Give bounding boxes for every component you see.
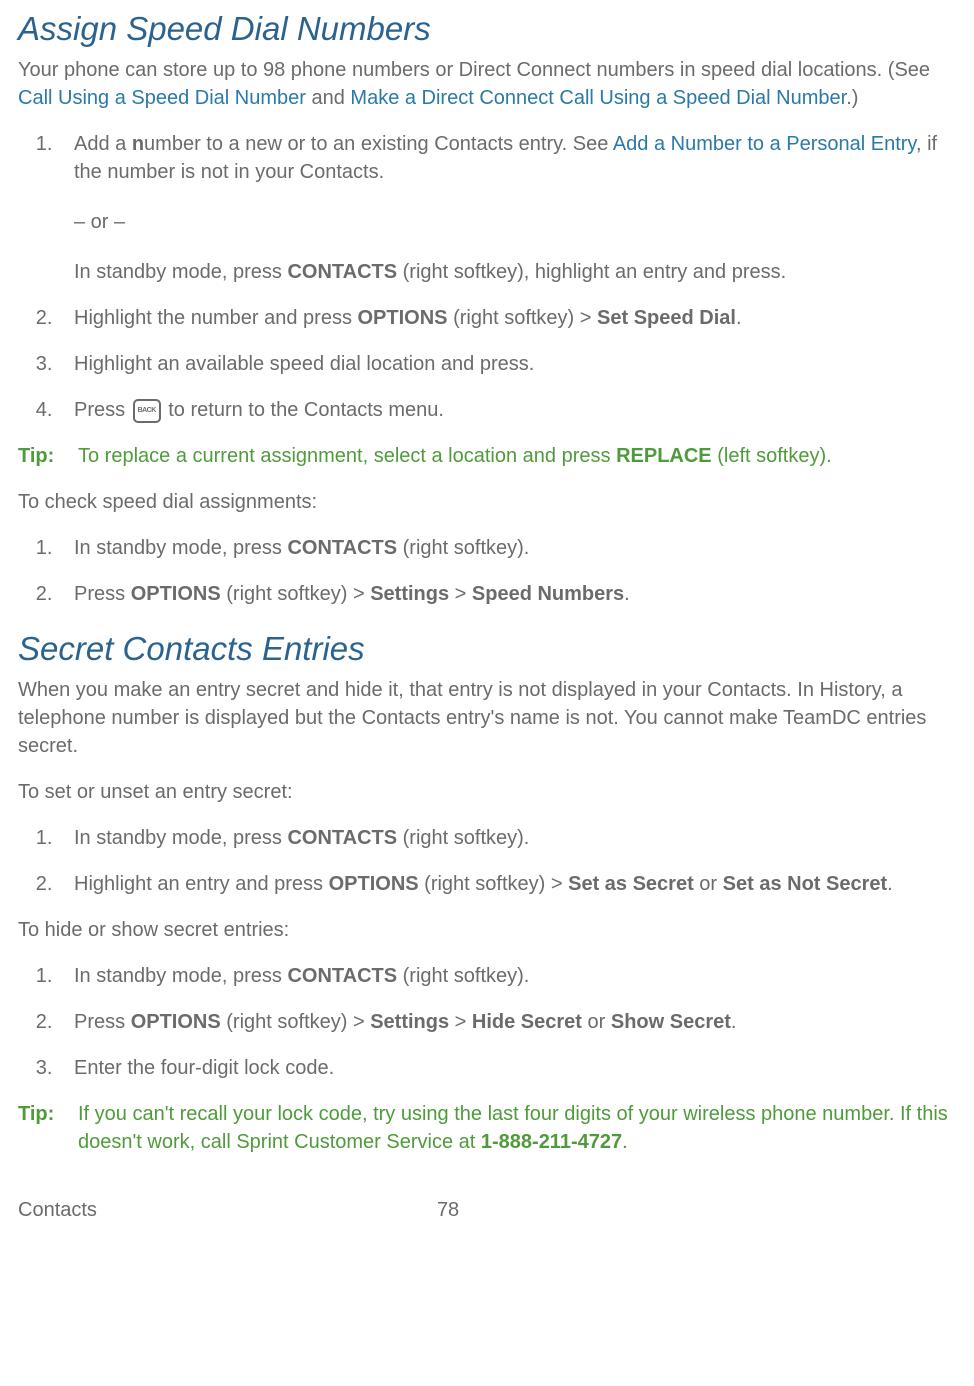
tip-body: If you can't recall your lock code, try …: [78, 1100, 956, 1156]
page-footer: Contacts 78: [18, 1196, 956, 1224]
hide2-i: .: [731, 1011, 737, 1033]
link-add-number-personal-entry[interactable]: Add a Number to a Personal Entry: [613, 133, 916, 155]
tip-bold-replace: REPLACE: [616, 445, 712, 467]
check2-d: Settings: [370, 583, 449, 605]
check2-a: Press: [74, 583, 131, 605]
footer-page-number: 78: [437, 1196, 459, 1224]
set1-c: (right softkey).: [397, 827, 529, 849]
check2-g: .: [624, 583, 630, 605]
list-item: In standby mode, press CONTACTS (right s…: [58, 962, 956, 990]
intro-text-b: and: [306, 87, 350, 109]
hide-intro: To hide or show secret entries:: [18, 916, 956, 944]
set2-d: Set as Secret: [568, 873, 694, 895]
hide2-c: (right softkey) >: [221, 1011, 371, 1033]
tip-assign: Tip: To replace a current assignment, se…: [18, 442, 956, 470]
list-item: In standby mode, press CONTACTS (right s…: [58, 534, 956, 562]
step2-a: Highlight the number and press: [74, 307, 358, 329]
footer-chapter: Contacts: [18, 1196, 97, 1224]
step4-a: Press: [74, 399, 131, 421]
set2-a: Highlight an entry and press: [74, 873, 329, 895]
set-steps-list: In standby mode, press CONTACTS (right s…: [58, 824, 956, 898]
link-call-using-speed-dial[interactable]: Call Using a Speed Dial Number: [18, 87, 306, 109]
tip-text-a: To replace a current assignment, select …: [78, 445, 616, 467]
check2-f: Speed Numbers: [472, 583, 624, 605]
set2-f: Set as Not Secret: [723, 873, 888, 895]
step2-b: OPTIONS: [358, 307, 448, 329]
list-item: Press OPTIONS (right softkey) > Settings…: [58, 1008, 956, 1036]
hide1-c: (right softkey).: [397, 965, 529, 987]
check1-a: In standby mode, press: [74, 537, 287, 559]
list-item: Add a number to a new or to an existing …: [58, 130, 956, 286]
hide1-b: CONTACTS: [287, 965, 397, 987]
set-intro: To set or unset an entry secret:: [18, 778, 956, 806]
step1-alt-b: CONTACTS: [287, 261, 397, 283]
hide2-g: or: [582, 1011, 611, 1033]
hide-steps-list: In standby mode, press CONTACTS (right s…: [58, 962, 956, 1082]
list-item: In standby mode, press CONTACTS (right s…: [58, 824, 956, 852]
tip2-phone: 1-888-211-4727: [481, 1131, 622, 1153]
set2-e: or: [694, 873, 723, 895]
list-item: Enter the four-digit lock code.: [58, 1054, 956, 1082]
step2-e: .: [736, 307, 742, 329]
intro-paragraph: Your phone can store up to 98 phone numb…: [18, 56, 956, 112]
step2-c: (right softkey) >: [448, 307, 598, 329]
tip-label: Tip:: [18, 442, 56, 470]
hide2-f: Hide Secret: [472, 1011, 582, 1033]
check2-c: (right softkey) >: [221, 583, 371, 605]
step2-d: Set Speed Dial: [597, 307, 736, 329]
check-intro: To check speed dial assignments:: [18, 488, 956, 516]
back-key-icon: BACK: [133, 399, 161, 423]
intro-text-a: Your phone can store up to 98 phone numb…: [18, 59, 930, 81]
hide2-h: Show Secret: [611, 1011, 731, 1033]
step4-b: to return to the Contacts menu.: [163, 399, 444, 421]
tip-label: Tip:: [18, 1100, 56, 1156]
step1-or-divider: – or –: [74, 208, 956, 236]
hide2-a: Press: [74, 1011, 131, 1033]
step1-alt: In standby mode, press CONTACTS (right s…: [74, 258, 956, 286]
secret-intro: When you make an entry secret and hide i…: [18, 676, 956, 760]
tip-lock-code: Tip: If you can't recall your lock code,…: [18, 1100, 956, 1156]
set1-a: In standby mode, press: [74, 827, 287, 849]
section-title-secret-contacts: Secret Contacts Entries: [18, 626, 956, 672]
section-title-assign-speed-dial: Assign Speed Dial Numbers: [18, 6, 956, 52]
step1-bold-n: n: [132, 133, 144, 155]
tip2-c: .: [622, 1131, 628, 1153]
check-steps-list: In standby mode, press CONTACTS (right s…: [58, 534, 956, 608]
set1-b: CONTACTS: [287, 827, 397, 849]
tip-body: To replace a current assignment, select …: [78, 442, 832, 470]
list-item: Highlight an available speed dial locati…: [58, 350, 956, 378]
check2-b: OPTIONS: [131, 583, 221, 605]
check1-c: (right softkey).: [397, 537, 529, 559]
hide1-a: In standby mode, press: [74, 965, 287, 987]
step1-alt-a: In standby mode, press: [74, 261, 287, 283]
check1-b: CONTACTS: [287, 537, 397, 559]
link-make-direct-connect-call[interactable]: Make a Direct Connect Call Using a Speed…: [350, 87, 846, 109]
step1-text-a: Add a: [74, 133, 132, 155]
step1-text-c: umber to a new or to an existing Contact…: [144, 133, 613, 155]
tip-text-c: (left softkey).: [712, 445, 832, 467]
list-item: Highlight an entry and press OPTIONS (ri…: [58, 870, 956, 898]
list-item: Highlight the number and press OPTIONS (…: [58, 304, 956, 332]
intro-text-c: .): [846, 87, 858, 109]
set2-g: .: [887, 873, 893, 895]
list-item: Press BACK to return to the Contacts men…: [58, 396, 956, 424]
set2-c: (right softkey) >: [419, 873, 569, 895]
assign-steps-list: Add a number to a new or to an existing …: [58, 130, 956, 424]
hide2-d: Settings: [370, 1011, 449, 1033]
list-item: Press OPTIONS (right softkey) > Settings…: [58, 580, 956, 608]
step1-alt-c: (right softkey), highlight an entry and …: [397, 261, 786, 283]
hide2-e: >: [449, 1011, 472, 1033]
set2-b: OPTIONS: [329, 873, 419, 895]
hide2-b: OPTIONS: [131, 1011, 221, 1033]
check2-e: >: [449, 583, 472, 605]
